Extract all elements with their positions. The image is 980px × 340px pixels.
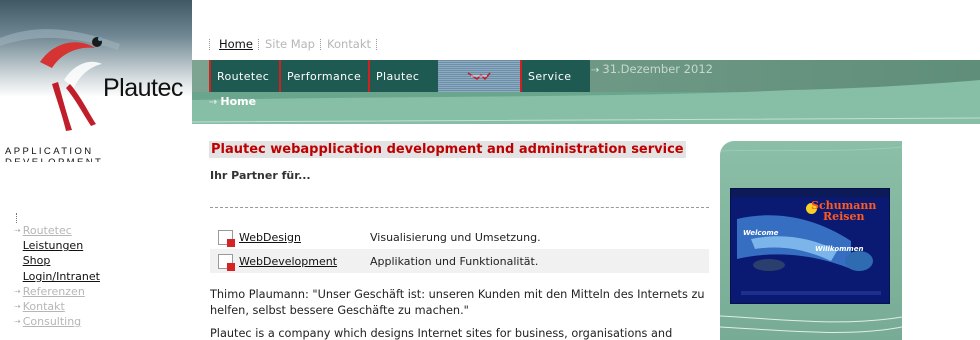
side-nav-item-referenzen: ⇢ Referenzen	[14, 284, 100, 299]
service-link-webdesign[interactable]: WebDesign	[239, 231, 370, 244]
document-arrow-icon	[218, 229, 235, 247]
nav-divider	[319, 38, 322, 50]
current-date: ⇢ 31.Dezember 2012	[591, 62, 713, 76]
reference-screenshot[interactable]: Schumann Reisen Welcome Willkommen	[730, 188, 890, 304]
side-nav-item-routetec: ⇢ Routetec	[14, 223, 100, 238]
arrow-right-icon: ⇢	[591, 65, 600, 76]
side-nav-link-login[interactable]: Login/Intranet	[23, 269, 100, 284]
content-divider	[210, 207, 709, 208]
side-nav-item-shop: ⇢Shop	[14, 253, 100, 268]
logo-wordmark-part2: tec	[151, 74, 183, 102]
schumann-logo-line2: Reisen	[822, 210, 865, 223]
arrow-right-icon: ⇢	[14, 226, 21, 235]
services-table: WebDesign Visualisierung und Umsetzung. …	[210, 225, 709, 273]
side-nav-link-consulting[interactable]: Consulting	[23, 314, 81, 329]
side-navigation: ⇢Routetec ⇢Leistungen ⇢Shop ⇢Login/Intra…	[14, 213, 100, 329]
schumann-logo: Schumann Reisen	[811, 200, 876, 222]
arrow-right-icon: ⇢	[14, 317, 21, 327]
nav-divider	[376, 38, 378, 50]
arrow-right-icon: ⇢	[209, 97, 218, 108]
top-navigation: Home Site Map Kontakt	[209, 37, 383, 51]
main-nav-routetec[interactable]: Routetec	[209, 60, 279, 92]
nav-divider	[257, 38, 260, 50]
top-nav-kontakt[interactable]: Kontakt	[327, 37, 371, 51]
arrow-right-icon: ⇢	[14, 286, 21, 296]
band-bottom-edge	[192, 124, 980, 132]
logo-subtitle: APPLICATION DEVELOPMENT	[5, 146, 101, 162]
page-headline: Plautec webapplication development and a…	[209, 141, 686, 158]
breadcrumb-home[interactable]: Home	[220, 95, 256, 108]
main-nav-logo-button[interactable]	[438, 60, 520, 92]
breadcrumb: ⇢ Home	[209, 95, 256, 108]
main-nav-label: Service	[528, 69, 572, 83]
service-row-webdevelopment: WebDevelopment Applikation und Funktiona…	[210, 249, 709, 273]
side-nav-link-referenzen[interactable]: Referenzen	[23, 284, 85, 299]
main-nav-service[interactable]: Service	[520, 60, 590, 92]
side-nav-link-routetec[interactable]: Routetec	[23, 223, 72, 238]
intro-paragraph: Plautec is a company which designs Inter…	[210, 327, 673, 340]
welcome-text: Welcome	[743, 229, 779, 237]
main-nav-label: Performance	[287, 69, 362, 83]
side-nav-item-leistungen: ⇢Leistungen	[14, 238, 100, 253]
service-description: Applikation und Funktionalität.	[370, 254, 539, 268]
current-date-text: 31.Dezember 2012	[602, 62, 713, 76]
logo-wordmark: Plautec	[103, 74, 183, 103]
service-row-webdesign: WebDesign Visualisierung und Umsetzung.	[210, 225, 709, 249]
swoosh-logo-icon	[467, 72, 491, 81]
side-nav-item-login: ⇢Login/Intranet	[14, 269, 100, 284]
page-subtitle: Ihr Partner für...	[210, 169, 311, 182]
top-nav-site-map[interactable]: Site Map	[265, 37, 315, 51]
service-link-webdevelopment[interactable]: WebDevelopment	[239, 255, 370, 268]
main-nav-label: Routetec	[217, 69, 270, 83]
main-nav-label: Plautec	[376, 69, 420, 83]
quote-text: Thimo Plaumann: "Unser Geschäft ist: uns…	[210, 288, 705, 317]
main-nav-plautec[interactable]: Plautec	[368, 60, 438, 92]
nav-divider	[16, 213, 17, 223]
main-nav-performance[interactable]: Performance	[279, 60, 368, 92]
arrow-right-icon: ⇢	[14, 302, 21, 312]
plautec-logo[interactable]: Plautec APPLICATION DEVELOPMENT	[0, 0, 192, 162]
side-nav-item-kontakt: ⇢ Kontakt	[14, 299, 100, 314]
willkommen-text: Willkommen	[815, 245, 864, 253]
side-nav-link-kontakt[interactable]: Kontakt	[23, 299, 65, 314]
logo-wordmark-part1: Plau	[103, 74, 152, 102]
side-nav-link-shop[interactable]: Shop	[23, 253, 51, 268]
side-nav-item-consulting: ⇢ Consulting	[14, 314, 100, 329]
top-nav-home[interactable]: Home	[219, 37, 253, 51]
service-description: Visualisierung und Umsetzung.	[370, 230, 541, 244]
side-nav-link-leistungen[interactable]: Leistungen	[23, 238, 83, 253]
document-arrow-icon	[218, 253, 235, 271]
nav-divider	[209, 38, 211, 50]
